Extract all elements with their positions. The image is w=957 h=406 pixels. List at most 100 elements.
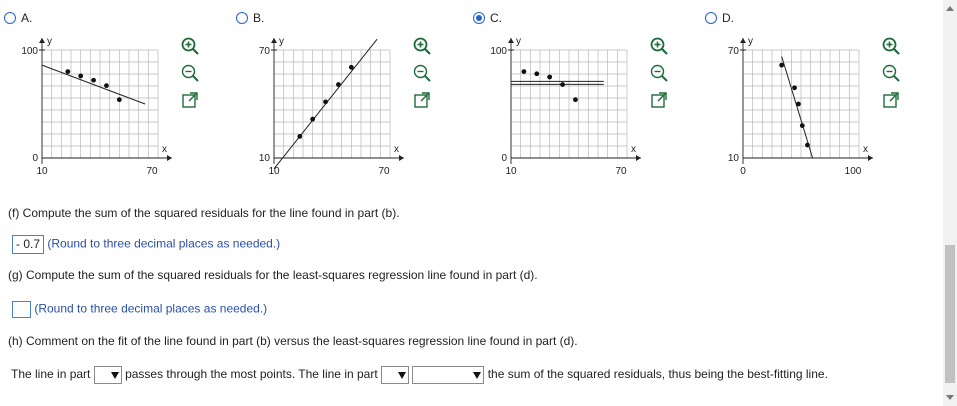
- part-g-question-text: (g) Compute the sum of the squared resid…: [8, 268, 538, 282]
- part-f-hint: (Round to three decimal places as needed…: [47, 236, 281, 251]
- x-tick-label: 10: [268, 166, 280, 177]
- data-point: [116, 97, 122, 103]
- option-a: A. y x 100 0 10 70: [0, 0, 232, 190]
- y-axis-label: y: [47, 36, 52, 47]
- y-tick-label: 10: [728, 153, 740, 164]
- option-b-graph: y x 70 10 10 70: [259, 36, 404, 177]
- option-a-graph: y x 100 0 10 70: [21, 36, 172, 177]
- option-b-radio-row[interactable]: B.: [236, 11, 264, 25]
- option-c-radio[interactable]: [473, 12, 485, 24]
- x-tick-label: 70: [146, 166, 158, 177]
- expand-icon[interactable]: [881, 90, 901, 110]
- data-point: [521, 69, 527, 74]
- expand-icon[interactable]: [180, 90, 200, 110]
- data-point: [323, 99, 328, 105]
- option-a-label: A.: [21, 11, 33, 25]
- scrollbar-thumb[interactable]: [945, 245, 955, 383]
- scroll-down-arrow-icon[interactable]: [946, 395, 954, 400]
- zoom-out-icon[interactable]: [881, 63, 901, 83]
- x-tick-label: 100: [845, 166, 862, 177]
- y-tick-label: 70: [259, 46, 271, 57]
- data-point: [336, 82, 341, 87]
- option-c-tools: [649, 36, 669, 117]
- chevron-down-icon: [110, 371, 119, 379]
- y-axis-label: y: [279, 36, 284, 47]
- option-a-tools: [180, 36, 200, 117]
- x-tick-label: 70: [378, 166, 390, 177]
- option-b-tools: [412, 36, 432, 117]
- option-c: C. y x 100 0 10 70: [469, 0, 701, 190]
- y-axis-arrow: [39, 38, 45, 43]
- x-tick-label: 10: [36, 166, 48, 177]
- vertical-scrollbar[interactable]: [943, 0, 957, 406]
- part-h-question-text: (h) Comment on the fit of the line found…: [8, 334, 578, 348]
- data-point: [796, 101, 801, 107]
- part-f-question-text: (f) Compute the sum of the squared resid…: [8, 206, 400, 220]
- option-d-tools: [881, 36, 901, 117]
- option-d-radio[interactable]: [705, 12, 717, 24]
- data-point: [779, 62, 785, 68]
- expand-icon[interactable]: [412, 90, 432, 110]
- grid: [41, 49, 159, 159]
- zoom-in-icon[interactable]: [180, 36, 200, 56]
- y-axis-arrow: [740, 38, 746, 43]
- zoom-in-icon[interactable]: [412, 36, 432, 56]
- grid: [742, 49, 860, 159]
- y-tick-label: 100: [490, 46, 507, 57]
- data-point: [534, 71, 540, 77]
- part-f-answer-field[interactable]: - 0.7: [12, 235, 45, 254]
- option-b-radio[interactable]: [236, 12, 248, 24]
- part-h-sentence-3: the sum of the squared residuals, thus b…: [487, 367, 828, 382]
- part-h-dropdown-3[interactable]: [412, 366, 485, 384]
- zoom-out-icon[interactable]: [649, 63, 669, 83]
- part-g-answer-row: (Round to three decimal places as needed…: [12, 301, 267, 318]
- x-tick-label: 10: [505, 166, 517, 177]
- grid: [510, 49, 628, 159]
- chevron-down-icon: [473, 371, 482, 379]
- y-tick-label: 100: [21, 46, 38, 57]
- data-point: [805, 142, 810, 148]
- option-c-radio-row[interactable]: C.: [473, 11, 502, 25]
- y-axis-label: y: [748, 36, 753, 47]
- zoom-out-icon[interactable]: [180, 63, 200, 83]
- option-d-radio-row[interactable]: D.: [705, 11, 734, 25]
- x-tick-label: 0: [740, 166, 746, 177]
- data-point: [792, 85, 797, 91]
- x-axis-label: x: [863, 144, 868, 155]
- x-axis-arrow: [868, 155, 873, 161]
- y-tick-label: 10: [259, 153, 271, 164]
- part-h-sentence-1: The line in part: [11, 367, 91, 382]
- option-d-graph: y x 70 100 100: [728, 36, 873, 177]
- y-tick-label: 70: [728, 46, 740, 57]
- option-a-radio-row[interactable]: A.: [4, 11, 32, 25]
- data-point: [78, 73, 84, 79]
- y-axis-arrow: [508, 38, 514, 43]
- y-axis-label: y: [516, 36, 521, 47]
- data-point: [297, 134, 303, 139]
- part-h-sentence: The line in part passes through the most…: [11, 366, 828, 384]
- option-a-radio[interactable]: [4, 12, 16, 24]
- option-c-graph: y x 100 0 10 70: [490, 36, 641, 177]
- part-g-hint: (Round to three decimal places as needed…: [34, 301, 268, 316]
- chevron-down-icon: [398, 371, 407, 379]
- option-c-label: C.: [490, 11, 502, 25]
- data-point: [547, 74, 553, 80]
- x-axis-label: x: [394, 144, 399, 155]
- part-h-dropdown-2[interactable]: [381, 366, 410, 384]
- zoom-in-icon[interactable]: [881, 36, 901, 56]
- part-g-answer-field[interactable]: [12, 301, 31, 318]
- scroll-up-arrow-icon[interactable]: [946, 6, 954, 11]
- zoom-in-icon[interactable]: [649, 36, 669, 56]
- expand-icon[interactable]: [649, 90, 669, 110]
- option-d: D. y x 70 10 0 100: [701, 0, 933, 190]
- part-h-dropdown-1[interactable]: [93, 366, 122, 384]
- zoom-out-icon[interactable]: [412, 63, 432, 83]
- part-f-answer-row: - 0.7 (Round to three decimal places as …: [12, 235, 280, 254]
- data-point: [310, 116, 316, 122]
- x-axis-arrow: [636, 155, 641, 161]
- part-g-question: (g) Compute the sum of the squared resid…: [8, 268, 538, 282]
- y-tick-label: 0: [501, 153, 507, 164]
- x-axis-arrow: [167, 155, 172, 161]
- data-point: [91, 77, 96, 83]
- x-axis-label: x: [162, 144, 167, 155]
